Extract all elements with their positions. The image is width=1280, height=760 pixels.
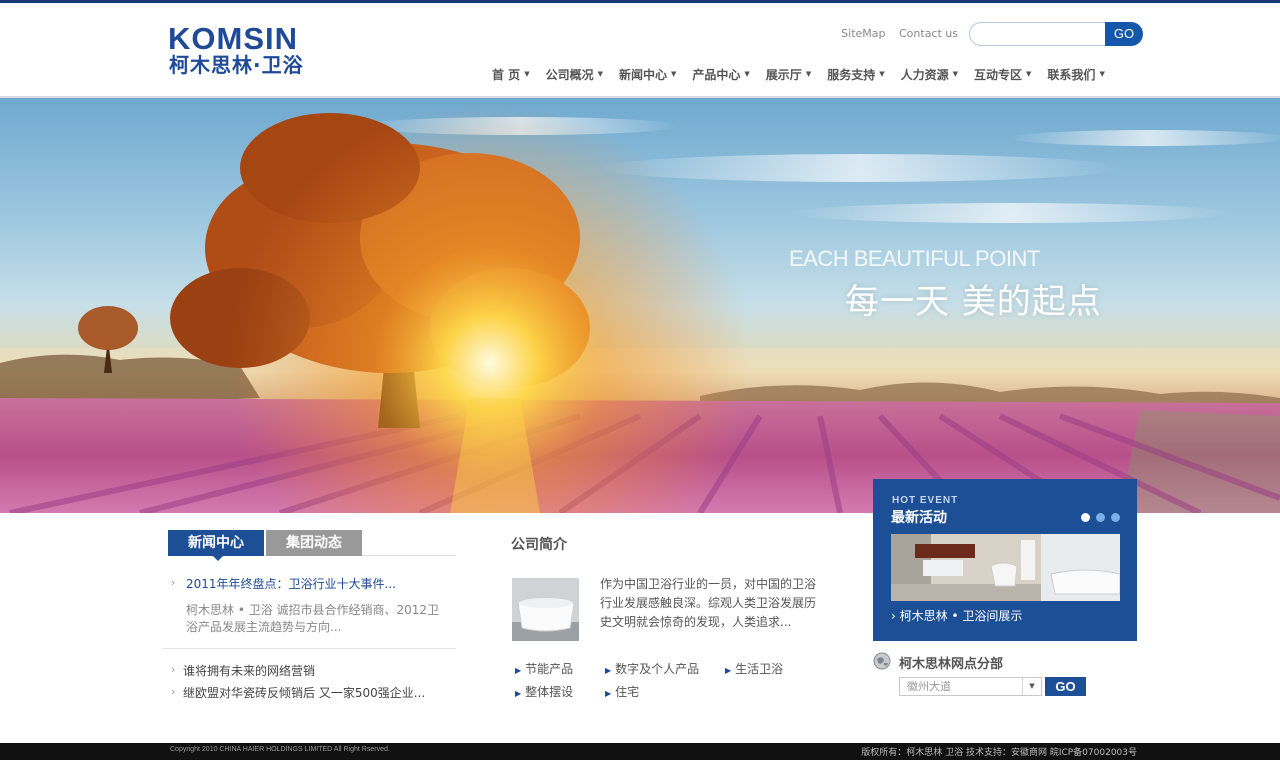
slider-dot[interactable] — [1081, 513, 1090, 522]
news-item-title: 谁将拥有未来的网络营销 — [183, 664, 316, 678]
link-label: 数字及个人产品 — [615, 662, 700, 676]
featured-news-summary: 柯木思林 • 卫浴 诚招市县合作经销商、2012卫浴产品发展主流趋势与方向... — [186, 603, 440, 634]
footer: Copyright 2010 CHINA HAIER HOLDINGS LIMI… — [0, 743, 1280, 760]
link-digital-personal[interactable]: ▶ 数字及个人产品 — [605, 660, 699, 677]
hero-banner: EACH BEAUTIFUL POINT 每一天 美的起点 — [0, 98, 1280, 513]
chevron-right-icon: › — [171, 576, 176, 589]
logo[interactable]: KOMSIN 柯木思林·卫浴 — [168, 23, 333, 79]
company-intro-title: 公司简介 — [511, 537, 567, 553]
caret-down-icon: ▼ — [1099, 70, 1105, 78]
news-list-item[interactable]: › 继欧盟对华瓷砖反倾销后 又一家500强企业... — [168, 684, 456, 706]
nav-item-label: 服务支持 — [827, 67, 876, 82]
link-overall-decor[interactable]: ▶ 整体摆设 — [515, 683, 573, 700]
link-energy-saving[interactable]: ▶ 节能产品 — [515, 660, 573, 677]
slider-dot[interactable] — [1096, 513, 1105, 522]
search-button[interactable]: GO — [1105, 22, 1143, 46]
caret-down-icon: ▼ — [597, 70, 603, 78]
chevron-down-icon: ▼ — [1022, 678, 1041, 695]
nav-item-news[interactable]: 新闻中心 ▼ — [611, 63, 684, 85]
link-residential[interactable]: ▶ 住宅 — [605, 683, 639, 700]
triangle-right-icon: ▶ — [515, 666, 522, 675]
caret-down-icon: ▼ — [524, 70, 530, 78]
link-label: 节能产品 — [525, 662, 574, 676]
link-label: 整体摆设 — [525, 685, 574, 699]
nav-item-interactive[interactable]: 互动专区 ▼ — [966, 63, 1039, 85]
banner-title-en: EACH BEAUTIFUL POINT — [789, 246, 1040, 271]
caret-down-icon: ▼ — [805, 70, 812, 78]
sitemap-link[interactable]: SiteMap — [841, 27, 885, 40]
outlet-finder-title: 柯木思林网点分部 — [899, 657, 1004, 672]
contact-link[interactable]: Contact us — [899, 27, 958, 40]
nav-item-company[interactable]: 公司概况 ▼ — [538, 63, 611, 85]
link-label: 住宅 — [615, 685, 640, 699]
chevron-right-icon: › — [171, 663, 176, 676]
nav-item-products[interactable]: 产品中心 ▼ — [684, 63, 757, 85]
outlet-go-button[interactable]: GO — [1045, 677, 1086, 696]
tab-news-center[interactable]: 新闻中心 — [168, 530, 264, 561]
banner-title-cn: 每一天 美的起点 — [845, 282, 1102, 322]
footer-copyright: Copyright 2010 CHINA HAIER HOLDINGS LIMI… — [170, 746, 390, 753]
header: KOMSIN 柯木思林·卫浴 SiteMap Contact us GO 首 页… — [0, 3, 1280, 96]
nav-item-service[interactable]: 服务支持 ▼ — [819, 63, 892, 85]
nav-item-label: 展示厅 — [765, 67, 802, 82]
logo-text-cn: 柯木思林·卫浴 — [169, 53, 304, 77]
caret-down-icon: ▼ — [744, 70, 750, 78]
link-label: 生活卫浴 — [735, 662, 784, 676]
search-box: GO — [969, 22, 1143, 46]
caret-down-icon: ▼ — [1026, 70, 1032, 78]
outlet-select[interactable]: 徽州大道 ▼ — [899, 677, 1042, 696]
nav-item-label: 首 页 — [492, 67, 521, 82]
tab-group-news[interactable]: 集团动态 — [266, 530, 362, 556]
triangle-right-icon: ▶ — [515, 689, 522, 698]
event-caption[interactable]: › 柯木思林 • 卫浴间展示 — [891, 607, 1022, 624]
bathroom-image — [891, 534, 1120, 601]
triangle-right-icon: ▶ — [605, 689, 612, 698]
nav-item-label: 人力资源 — [900, 67, 949, 82]
news-item-title: 继欧盟对华瓷砖反倾销后 又一家500强企业... — [183, 686, 426, 700]
hot-event-panel: HOT EVENT 最新活动 › 柯木思林 • 卫浴间展示 — [873, 479, 1137, 641]
nav-item-label: 联系我们 — [1047, 67, 1096, 82]
news-list-item[interactable]: › 谁将拥有未来的网络营销 — [168, 662, 456, 684]
nav-item-label: 新闻中心 — [618, 67, 667, 82]
outlet-finder: 柯木思林网点分部 徽州大道 ▼ GO — [873, 652, 1137, 702]
product-category-links: ▶ 节能产品 ▶ 数字及个人产品 ▶ 生活卫浴 ▶ 整体摆设 ▶ 住宅 — [515, 660, 815, 706]
triangle-right-icon: ▶ — [725, 666, 732, 675]
link-living-bath[interactable]: ▶ 生活卫浴 — [725, 660, 783, 677]
caret-down-icon: ▼ — [879, 70, 885, 78]
slider-dot[interactable] — [1111, 513, 1120, 522]
main-nav: 首 页 ▼ 公司概况 ▼ 新闻中心 ▼ 产品中心 ▼ 展示厅 ▼ 服务支持 ▼ 人力资源 ▼ … — [484, 63, 1113, 85]
chevron-right-icon: › — [171, 685, 176, 698]
globe-icon — [873, 652, 891, 670]
nav-item-home[interactable]: 首 页 ▼ — [484, 63, 538, 85]
featured-news-title[interactable]: 2011年年终盘点：卫浴行业十大事件... — [186, 575, 396, 592]
bathtub-image — [512, 578, 579, 641]
news-divider — [162, 648, 456, 649]
nav-item-showroom[interactable]: 展示厅 ▼ — [758, 63, 819, 85]
event-caption-text: 柯木思林 • 卫浴间展示 — [899, 609, 1023, 623]
bathtub-thumbnail[interactable] — [512, 578, 579, 641]
hot-event-label-en: HOT EVENT — [892, 495, 959, 506]
footer-info: 版权所有：柯木思林 卫浴 技术支持：安徽商网 皖ICP备07002003号 — [861, 748, 1137, 758]
outlet-select-value: 徽州大道 — [907, 680, 951, 693]
slider-dots — [1081, 513, 1120, 522]
hot-event-label-cn: 最新活动 — [891, 510, 947, 526]
triangle-right-icon: ▶ — [605, 666, 612, 675]
search-input[interactable] — [969, 22, 1111, 46]
company-intro-text: 作为中国卫浴行业的一员，对中国的卫浴行业发展感触良深。综观人类卫浴发展历史文明就… — [600, 577, 817, 629]
event-image[interactable] — [891, 534, 1120, 601]
nav-item-label: 产品中心 — [692, 67, 741, 82]
nav-item-label: 公司概况 — [545, 67, 594, 82]
news-list: › 谁将拥有未来的网络营销 › 继欧盟对华瓷砖反倾销后 又一家500强企业... — [168, 662, 456, 706]
logo-text-en: KOMSIN — [168, 21, 298, 56]
caret-down-icon: ▼ — [671, 70, 677, 78]
nav-item-contact[interactable]: 联系我们 ▼ — [1039, 63, 1112, 85]
nav-item-hr[interactable]: 人力资源 ▼ — [893, 63, 966, 85]
news-tabs: 新闻中心 集团动态 — [168, 530, 456, 561]
nav-item-label: 互动专区 — [974, 67, 1023, 82]
caret-down-icon: ▼ — [952, 70, 959, 78]
top-links: SiteMap Contact us — [831, 27, 958, 40]
